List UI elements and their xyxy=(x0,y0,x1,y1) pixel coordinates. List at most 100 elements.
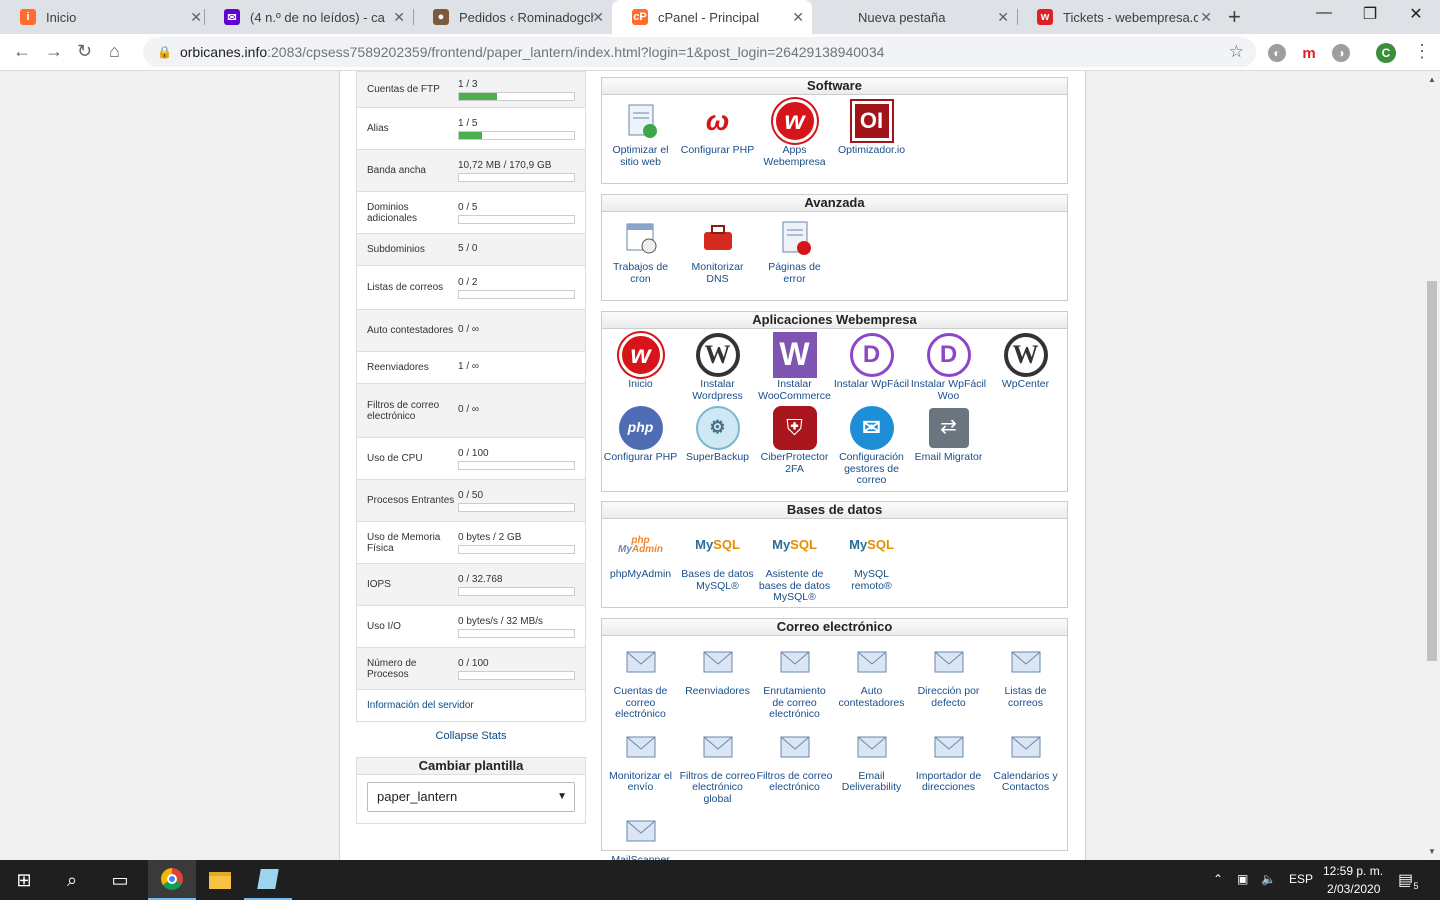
feature-item[interactable]: D Instalar WpFácil xyxy=(833,333,910,402)
feature-item[interactable]: ✉ Configuración gestores de correo xyxy=(833,406,910,487)
forward-icon[interactable]: → xyxy=(45,41,63,62)
feature-item[interactable]: Filtros de correo electrónico global xyxy=(679,725,756,806)
feature-item[interactable]: Monitorizar DNS xyxy=(679,216,756,285)
lock-icon: 🔒 xyxy=(157,45,172,59)
feature-item[interactable]: D Instalar WpFácil Woo xyxy=(910,333,987,402)
close-tab-icon[interactable]: ✕ xyxy=(592,9,604,26)
mega-extension-icon[interactable]: m xyxy=(1300,44,1318,62)
address-bar[interactable]: 🔒 orbicanes.info:2083/cpsess7589202359/f… xyxy=(143,37,1256,67)
feature-item[interactable]: Calendarios y Contactos xyxy=(987,725,1064,806)
feature-item[interactable]: Importador de direcciones xyxy=(910,725,987,806)
feature-label: Email Migrator xyxy=(914,451,983,463)
server-info-link[interactable]: Información del servidor xyxy=(357,700,474,711)
clock-date[interactable]: 2/03/2020 xyxy=(1327,882,1380,896)
close-window-icon[interactable]: ✕ xyxy=(1393,4,1439,24)
stat-value: 0 bytes/s / 32 MB/s xyxy=(458,615,544,627)
feature-item[interactable]: MySQL Asistente de bases de datos MySQL® xyxy=(756,523,833,604)
feature-item[interactable]: W Instalar WooCommerce xyxy=(756,332,833,402)
feature-label: Configurar PHP xyxy=(680,144,755,156)
feature-item[interactable]: Trabajos de cron xyxy=(602,216,679,285)
new-tab-icon[interactable]: + xyxy=(1228,4,1241,30)
collapse-stats-link[interactable]: Collapse Stats xyxy=(356,730,586,742)
extension-icon[interactable]: ◑ xyxy=(1332,44,1350,62)
browser-tab[interactable]: i Inicio ✕ xyxy=(0,0,210,34)
feature-item[interactable]: Filtros de correo electrónico xyxy=(756,725,833,806)
language-indicator[interactable]: ESP xyxy=(1289,872,1313,886)
menu-dots-icon[interactable]: ⋮ xyxy=(1413,41,1431,62)
browser-tab[interactable]: Nueva pestaña ✕ xyxy=(812,0,1017,34)
notification-count: 5 xyxy=(1410,881,1422,891)
minimize-icon[interactable]: — xyxy=(1301,4,1347,22)
close-tab-icon[interactable]: ✕ xyxy=(997,9,1009,26)
file-explorer-icon[interactable] xyxy=(196,860,244,900)
stat-row: Reenviadores 1 / ∞ xyxy=(357,351,585,383)
close-tab-icon[interactable]: ✕ xyxy=(1200,9,1212,26)
stat-row: Alias 1 / 5 xyxy=(357,107,585,149)
profile-avatar[interactable]: C xyxy=(1376,43,1396,63)
tab-strip: i Inicio ✕ ✉ (4 n.º de no leídos) - cagu ✕ ● Pe… xyxy=(0,0,1440,34)
back-icon[interactable]: ← xyxy=(13,41,31,62)
feature-item[interactable]: Auto contestadores xyxy=(833,640,910,721)
home-icon[interactable]: ⌂ xyxy=(109,41,120,62)
feature-item[interactable]: ⛨ CiberProtector 2FA xyxy=(756,406,833,487)
feature-item[interactable]: OI Optimizador.io xyxy=(833,99,910,168)
clock-time[interactable]: 12:59 p. m. xyxy=(1323,864,1383,878)
feature-item[interactable]: Email Deliverability xyxy=(833,725,910,806)
scroll-down-icon[interactable]: ▼ xyxy=(1428,847,1436,856)
stat-label: Listas de correos xyxy=(367,282,444,293)
browser-tab[interactable]: ● Pedidos ‹ Rominadogchef ✕ xyxy=(413,0,612,34)
notepad-icon[interactable] xyxy=(244,860,292,900)
feature-label: Calendarios y Contactos xyxy=(993,769,1058,793)
feature-item[interactable]: Monitorizar el envío xyxy=(602,725,679,806)
feature-item[interactable]: w Apps Webempresa xyxy=(756,99,833,168)
extension-icon[interactable]: ◐ xyxy=(1268,44,1286,62)
close-tab-icon[interactable]: ✕ xyxy=(190,9,202,26)
close-tab-icon[interactable]: ✕ xyxy=(792,9,804,26)
feature-item[interactable]: ω Configurar PHP xyxy=(679,99,756,168)
feature-item[interactable]: Listas de correos xyxy=(987,640,1064,721)
stat-usage-bar xyxy=(458,289,575,299)
close-tab-icon[interactable]: ✕ xyxy=(393,9,405,26)
feature-item[interactable]: w Inicio xyxy=(602,333,679,402)
task-view-icon[interactable]: ▭ xyxy=(96,860,144,900)
bookmark-star-icon[interactable]: ☆ xyxy=(1229,42,1244,62)
feature-item[interactable]: php Configurar PHP xyxy=(602,406,679,487)
feature-item[interactable]: MySQL MySQL remoto® xyxy=(833,523,910,604)
feature-item[interactable]: Cuentas de correo electrónico xyxy=(602,640,679,721)
feature-label: Instalar Wordpress xyxy=(692,378,743,402)
feature-item[interactable]: Dirección por defecto xyxy=(910,640,987,721)
volume-icon[interactable]: 🔈 xyxy=(1261,872,1276,886)
windows-start-icon[interactable]: ⊞ xyxy=(0,860,48,900)
feature-item[interactable]: Reenviadores xyxy=(679,640,756,721)
template-selected: paper_lantern xyxy=(377,789,458,804)
feature-item[interactable]: W Instalar Wordpress xyxy=(679,333,756,402)
feature-item[interactable]: W WpCenter xyxy=(987,333,1064,402)
feature-item[interactable]: Enrutamiento de correo electrónico xyxy=(756,640,833,721)
feature-item[interactable]: ⚙ SuperBackup xyxy=(679,406,756,487)
browser-tab[interactable]: cP cPanel - Principal ✕ xyxy=(612,0,812,34)
network-icon[interactable]: ▣ xyxy=(1237,872,1248,886)
feature-item[interactable]: MailScanner xyxy=(602,809,679,860)
scroll-thumb[interactable] xyxy=(1427,281,1437,661)
feature-item[interactable]: ⇄ Email Migrator xyxy=(910,406,987,487)
scrollbar[interactable]: ▲ ▼ xyxy=(1424,71,1440,860)
search-icon[interactable]: ⌕ xyxy=(48,860,96,900)
chrome-taskbar-icon[interactable] xyxy=(148,860,196,900)
feature-item[interactable]: php MyAdmin phpMyAdmin xyxy=(602,523,679,604)
tab-title: Tickets - webempresa.com xyxy=(1063,9,1198,25)
stat-label: Reenviadores xyxy=(367,362,429,373)
scroll-up-icon[interactable]: ▲ xyxy=(1428,75,1436,84)
feature-label: Asistente de bases de datos MySQL® xyxy=(758,568,831,603)
reload-icon[interactable]: ↻ xyxy=(77,41,92,62)
browser-tab[interactable]: ✉ (4 n.º de no leídos) - cagu ✕ xyxy=(204,0,413,34)
tray-chevron-icon[interactable]: ⌃ xyxy=(1213,872,1223,886)
feature-item[interactable]: MySQL Bases de datos MySQL® xyxy=(679,523,756,604)
feature-item[interactable]: Páginas de error xyxy=(756,216,833,285)
template-select[interactable]: paper_lantern ▼ xyxy=(367,782,575,812)
feature-label: Cuentas de correo electrónico xyxy=(613,685,668,720)
maximize-icon[interactable]: ❐ xyxy=(1347,4,1393,24)
browser-tab[interactable]: w Tickets - webempresa.com✕ xyxy=(1017,0,1220,34)
w-logo-icon: ω xyxy=(705,105,730,137)
feature-item[interactable]: Optimizar el sitio web xyxy=(602,99,679,168)
superbackup-icon: ⚙ xyxy=(695,406,740,450)
